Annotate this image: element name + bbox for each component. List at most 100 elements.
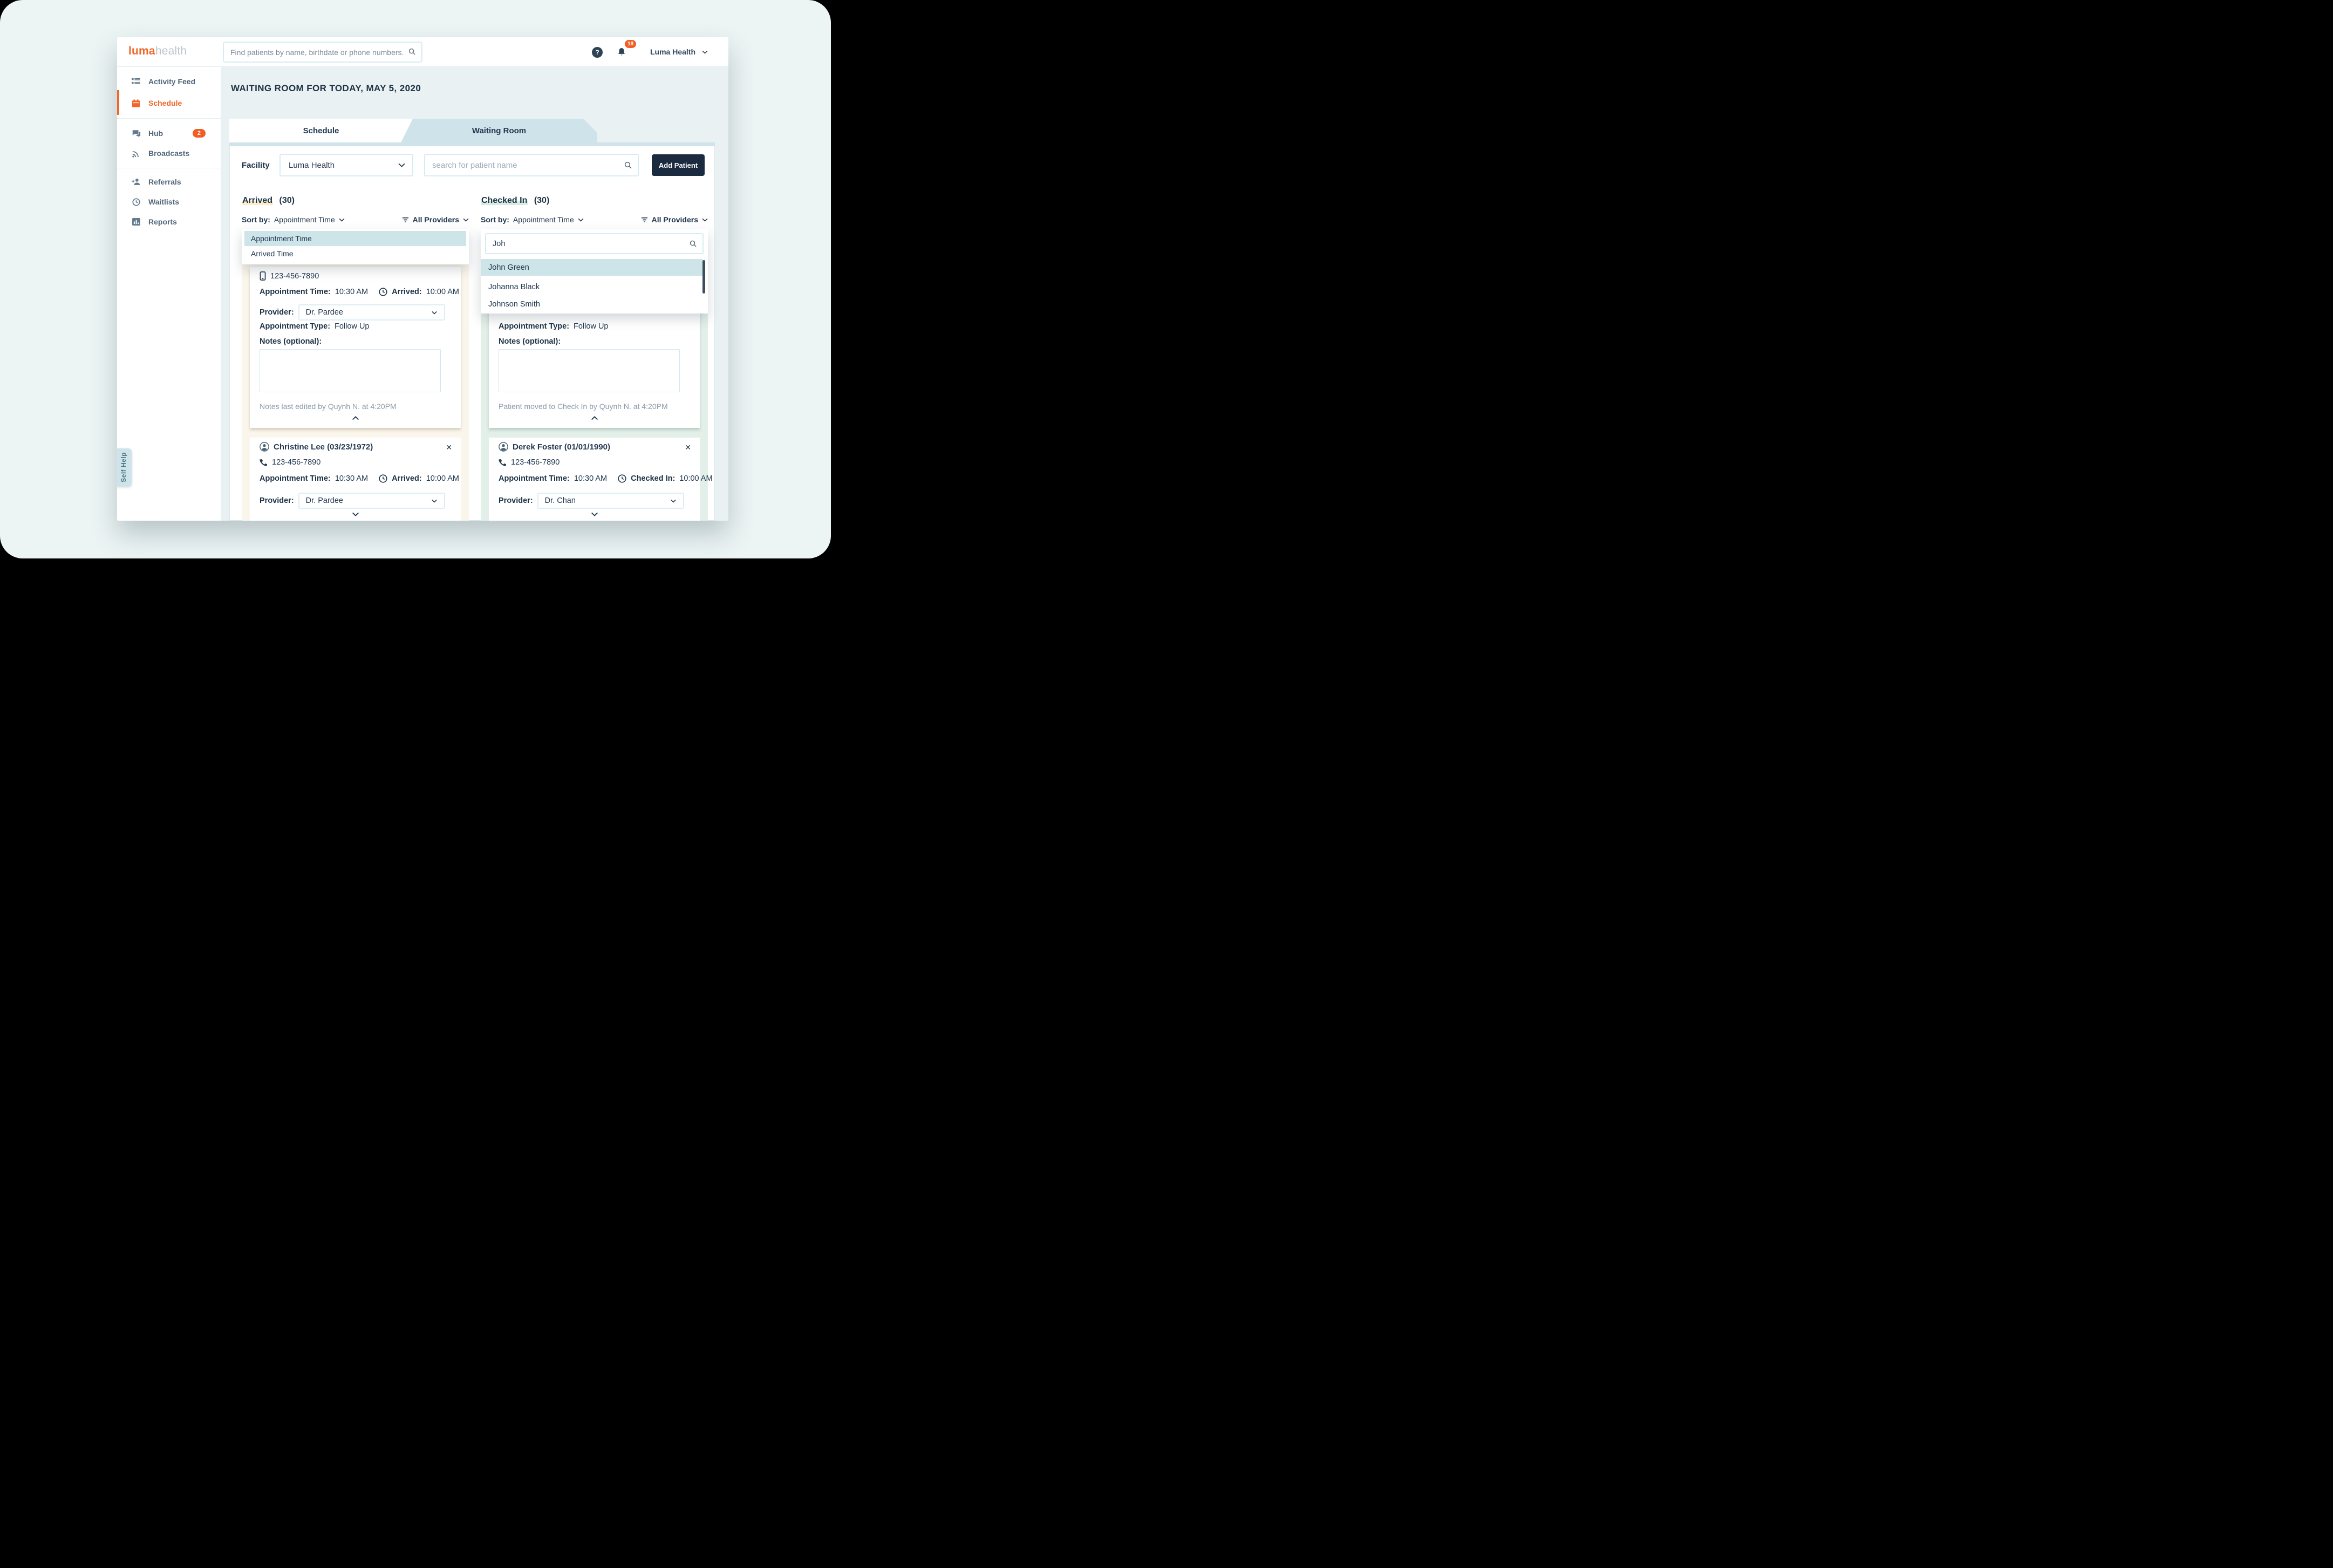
search-result-john-green[interactable]: John Green: [481, 259, 703, 276]
arrived-sort-dropdown[interactable]: Sort by: Appointment Time: [242, 215, 345, 224]
provider-select[interactable]: Dr. Pardee: [298, 304, 445, 321]
arrived-label: Arrived:: [392, 474, 422, 483]
chevron-down-icon: [398, 163, 405, 167]
sidebar-item-referrals[interactable]: Referrals: [117, 172, 221, 192]
column-patient-search[interactable]: [485, 233, 704, 254]
provider-select[interactable]: Dr. Pardee: [298, 493, 445, 509]
arrived-patient-card: Christine Lee (03/23/1972) ✕ 123-456-789…: [250, 438, 461, 521]
waiting-room-patient-search-input[interactable]: [432, 155, 616, 175]
checked-in-title: Checked In: [481, 196, 528, 205]
sidebar-item-hub[interactable]: Hub 2: [117, 123, 221, 144]
tab-label: Waiting Room: [472, 126, 526, 135]
close-icon[interactable]: ✕: [685, 443, 691, 452]
arrived-column-header: Arrived (30): [242, 196, 295, 206]
waiting-room-patient-search[interactable]: [424, 154, 639, 176]
global-patient-search-input[interactable]: [230, 43, 403, 62]
chevron-down-icon: [671, 499, 676, 503]
hub-unread-badge: 2: [193, 129, 206, 138]
collapse-card-button[interactable]: [591, 416, 598, 420]
close-icon[interactable]: ✕: [446, 443, 452, 452]
patient-name-row: Christine Lee (03/23/1972): [260, 442, 373, 452]
notes-edited-note: Notes last edited by Quynh N. at 4:20PM: [260, 402, 397, 411]
mobile-phone-icon: [260, 271, 266, 281]
provider-filter-value: All Providers: [413, 215, 459, 224]
tab-schedule[interactable]: Schedule: [229, 119, 413, 142]
provider-row: Provider: Dr. Chan: [499, 486, 684, 509]
notes-textarea[interactable]: [499, 349, 680, 392]
dropdown-scrollbar[interactable]: [702, 260, 705, 294]
appointment-time-label: Appointment Time:: [260, 474, 331, 483]
chevron-down-icon: [702, 218, 708, 222]
facility-select[interactable]: Luma Health: [279, 154, 413, 176]
checked-in-provider-filter[interactable]: All Providers: [641, 215, 708, 224]
sidebar-divider: [117, 118, 221, 119]
sort-option-arrived-time[interactable]: Arrived Time: [244, 246, 466, 261]
arrived-provider-filter[interactable]: All Providers: [402, 215, 469, 224]
tab-waiting-room[interactable]: Waiting Room: [401, 119, 597, 142]
notes-label: Notes (optional):: [260, 337, 322, 346]
broadcast-icon: [131, 149, 141, 158]
provider-row: Provider: Dr. Pardee: [260, 486, 445, 509]
search-icon: [408, 47, 416, 56]
global-patient-search[interactable]: [223, 42, 422, 63]
tab-label: Schedule: [303, 126, 339, 135]
search-result-johanna-black[interactable]: Johanna Black: [481, 278, 703, 295]
patient-search-dropdown: John Green Johanna Black Johnson Smith: [481, 229, 708, 313]
sidebar-item-schedule[interactable]: Schedule: [117, 93, 221, 113]
sidebar-item-reports[interactable]: Reports: [117, 212, 221, 232]
provider-value: Dr. Pardee: [306, 496, 343, 505]
chevron-down-icon: [432, 311, 437, 315]
phone-row: 123-456-7890: [260, 458, 320, 467]
column-patient-search-input[interactable]: [493, 234, 681, 253]
activity-feed-icon: [131, 78, 141, 85]
checked-in-sort-row: Sort by: Appointment Time All Providers: [481, 215, 708, 224]
page-background: lumahealth ? 18 Luma Health: [0, 0, 831, 558]
appointment-time-row: Appointment Time: 10:30 AM Arrived: 10:0…: [260, 474, 459, 483]
patient-name: Christine Lee (03/23/1972): [274, 442, 373, 452]
sidebar-item-broadcasts[interactable]: Broadcasts: [117, 143, 221, 163]
checked-in-value: 10:00 AM: [679, 474, 712, 483]
help-icon[interactable]: ?: [592, 47, 603, 58]
checked-in-count: (30): [534, 196, 549, 205]
appointment-type-label: Appointment Type:: [499, 322, 569, 331]
expand-card-button[interactable]: [591, 512, 598, 516]
add-patient-button[interactable]: Add Patient: [652, 154, 705, 176]
appointment-time-row: Appointment Time: 10:30 AM Checked In: 1…: [499, 474, 713, 483]
chevron-up-icon: [352, 416, 359, 420]
expand-card-button[interactable]: [352, 512, 359, 516]
phone-row: 123-456-7890: [499, 458, 560, 467]
provider-value: Dr. Pardee: [306, 308, 343, 317]
provider-select[interactable]: Dr. Chan: [537, 493, 684, 509]
arrived-label: Arrived:: [392, 288, 422, 296]
logo-luma: luma: [128, 45, 155, 57]
phone-number: 123-456-7890: [272, 458, 320, 467]
search-result-johnson-smith[interactable]: Johnson Smith: [481, 296, 703, 312]
sidebar-item-label: Hub: [148, 129, 163, 138]
notification-bell-icon[interactable]: [617, 47, 626, 57]
checked-in-label: Checked In:: [631, 474, 675, 483]
sidebar-item-activity-feed[interactable]: Activity Feed: [117, 71, 221, 92]
chevron-down-icon: [702, 50, 708, 54]
provider-label: Provider:: [499, 496, 533, 505]
checked-in-patient-card: Derek Foster (01/01/1990) ✕ 123-456-7890…: [489, 438, 700, 521]
provider-label: Provider:: [260, 496, 294, 505]
appointment-time-label: Appointment Time:: [499, 474, 570, 483]
sort-option-appointment-time[interactable]: Appointment Time: [244, 231, 466, 246]
collapse-card-button[interactable]: [352, 416, 359, 420]
arrived-count: (30): [279, 196, 294, 205]
account-menu[interactable]: Luma Health: [650, 47, 708, 56]
notes-textarea[interactable]: [260, 349, 441, 392]
arrived-value: 10:00 AM: [426, 474, 459, 483]
phone-handset-icon: [260, 459, 268, 467]
checked-in-sort-dropdown[interactable]: Sort by: Appointment Time: [481, 215, 584, 224]
self-help-tab[interactable]: Self Help: [117, 448, 132, 486]
arrived-title: Arrived: [242, 196, 273, 205]
sidebar-item-waitlists[interactable]: Waitlists: [117, 192, 221, 212]
clock-icon: [379, 288, 387, 296]
appointment-type-value: Follow Up: [335, 322, 369, 331]
luma-health-logo: lumahealth: [128, 45, 187, 58]
notes-label-row: Notes (optional):: [499, 337, 561, 346]
main-content: WAITING ROOM FOR TODAY, MAY 5, 2020 Sche…: [221, 67, 728, 521]
chevron-down-icon: [463, 218, 469, 222]
filter-icon: [402, 217, 409, 223]
